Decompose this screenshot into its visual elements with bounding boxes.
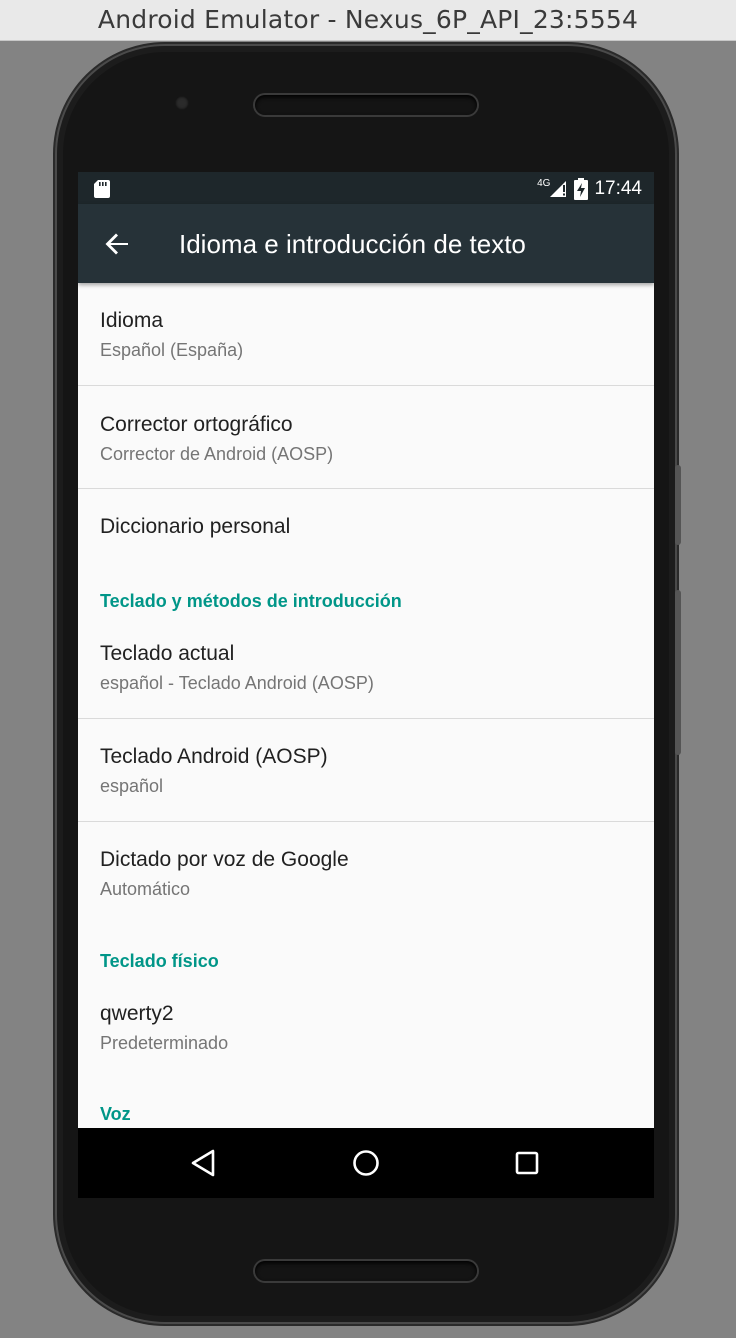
- nav-back-icon[interactable]: [186, 1145, 222, 1181]
- item-title: Teclado Android (AOSP): [100, 745, 328, 768]
- item-summary: Español (España): [100, 340, 244, 360]
- bottom-speaker: [255, 1261, 477, 1281]
- battery-icon: [574, 178, 589, 200]
- device-screen: 4G 17:44 Idioma e introducción de texto …: [78, 172, 654, 1198]
- navigation-bar: [78, 1128, 654, 1198]
- item-summary: Predeterminado: [100, 1033, 229, 1053]
- item-summary: español: [100, 776, 164, 796]
- app-bar: Idioma e introducción de texto: [78, 204, 654, 283]
- list-item-teclado-aosp[interactable]: Teclado Android (AOSP) español: [78, 719, 654, 821]
- top-speaker: [255, 95, 477, 115]
- nav-home-icon[interactable]: [348, 1145, 384, 1181]
- item-summary: español - Teclado Android (AOSP): [100, 673, 374, 693]
- power-button[interactable]: [675, 465, 681, 545]
- item-title: Corrector ortográfico: [100, 413, 293, 436]
- nav-recents-icon[interactable]: [509, 1145, 545, 1181]
- arrow-back-icon[interactable]: [100, 226, 136, 262]
- front-camera: [175, 96, 189, 110]
- clock: 17:44: [594, 178, 642, 199]
- list-item-qwerty2[interactable]: qwerty2 Predeterminado: [78, 976, 654, 1078]
- network-type: 4G: [537, 177, 551, 189]
- category-teclado-fisico: Teclado físico: [100, 951, 219, 971]
- signal-icon: [550, 181, 567, 197]
- list-item-idioma[interactable]: Idioma Español (España): [78, 283, 654, 385]
- list-item-diccionario[interactable]: Diccionario personal: [78, 489, 654, 569]
- volume-button[interactable]: [675, 590, 681, 755]
- list-item-teclado-actual[interactable]: Teclado actual español - Teclado Android…: [78, 616, 654, 718]
- category-teclado-metodos: Teclado y métodos de introducción: [100, 591, 402, 611]
- list-item-dictado[interactable]: Dictado por voz de Google Automático: [78, 822, 654, 924]
- item-summary: Automático: [100, 879, 191, 899]
- window-title: Android Emulator - Nexus_6P_API_23:5554: [0, 0, 736, 41]
- category-voz: Voz: [100, 1104, 131, 1124]
- item-title: Idioma: [100, 309, 164, 332]
- status-bar: 4G 17:44: [78, 172, 654, 204]
- page-title: Idioma e introducción de texto: [179, 229, 526, 259]
- item-title: Dictado por voz de Google: [100, 848, 349, 871]
- item-summary: Corrector de Android (AOSP): [100, 444, 334, 464]
- item-title: qwerty2: [100, 1002, 174, 1025]
- item-title: Diccionario personal: [100, 515, 291, 538]
- list-item-corrector[interactable]: Corrector ortográfico Corrector de Andro…: [78, 386, 654, 488]
- item-title: Teclado actual: [100, 642, 235, 665]
- sd-card-icon: [94, 180, 110, 198]
